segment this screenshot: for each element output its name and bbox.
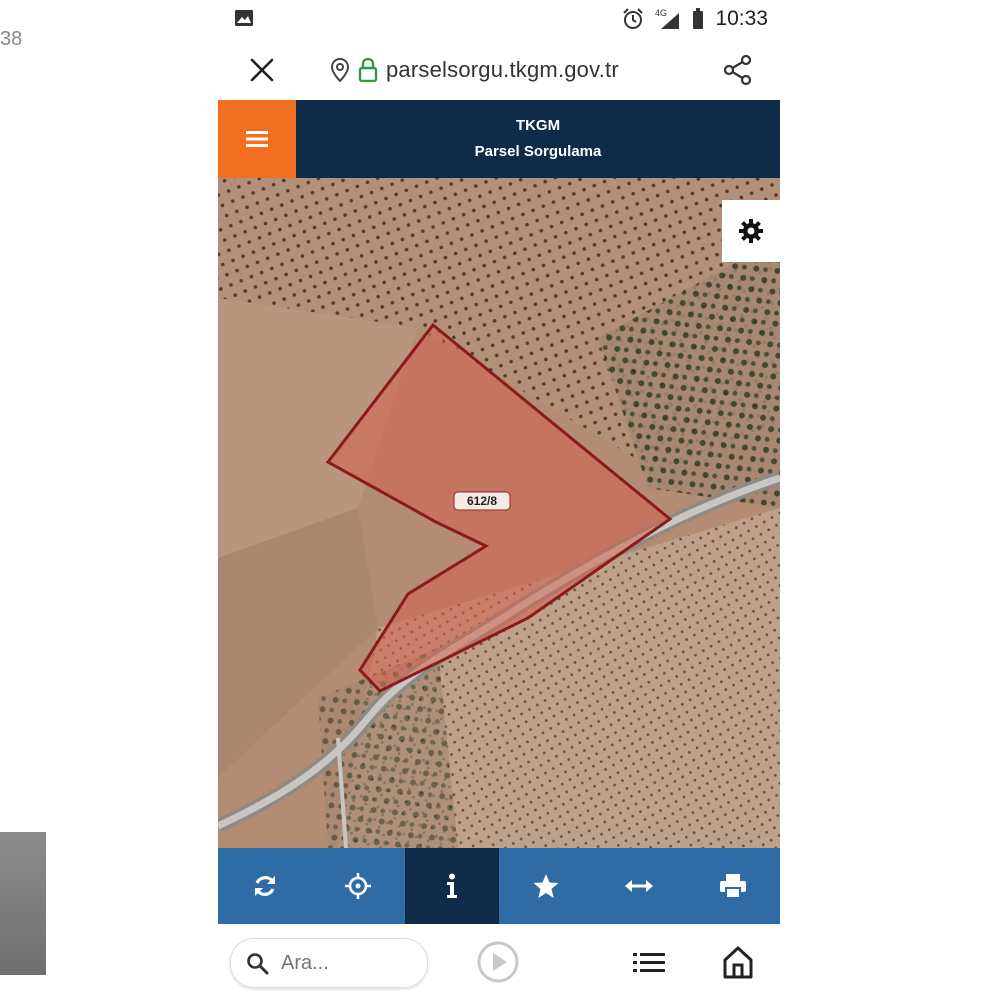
print-icon (720, 874, 747, 899)
status-time: 10:33 (715, 7, 768, 30)
parcel-label[interactable]: 612/8 (467, 494, 497, 508)
status-bar: 4G 10:33 (218, 0, 780, 38)
measure-button[interactable] (593, 848, 687, 924)
star-icon (533, 874, 559, 898)
home-icon[interactable] (722, 944, 754, 980)
app-title: TKGM (515, 117, 561, 134)
lock-icon (358, 58, 378, 82)
app-header: TKGM Parsel Sorgulama (218, 100, 780, 178)
bottom-bar (218, 926, 780, 1000)
location-pin-icon (330, 58, 350, 82)
url-text: parselsorgu.tkgm.gov.tr (386, 57, 619, 82)
battery-icon (693, 8, 704, 29)
info-button[interactable] (405, 848, 499, 924)
app-title-block: TKGM Parsel Sorgulama (296, 100, 780, 178)
search-input[interactable] (279, 950, 413, 976)
image-icon (235, 10, 253, 26)
left-edge-thumbnail (0, 832, 46, 975)
print-button[interactable] (686, 848, 780, 924)
gear-icon (739, 219, 763, 243)
play-icon[interactable] (476, 940, 520, 984)
menu-button[interactable] (218, 100, 296, 178)
network-label: 4G (655, 8, 667, 18)
crosshair-icon (345, 873, 372, 899)
refresh-icon (254, 876, 275, 896)
map-settings-button[interactable] (722, 200, 780, 262)
browser-url-bar: parselsorgu.tkgm.gov.tr (218, 40, 780, 98)
search-box[interactable] (230, 938, 428, 988)
info-icon (447, 873, 458, 898)
locate-button[interactable] (312, 848, 406, 924)
map-canvas[interactable]: 612/8 (218, 178, 780, 848)
list-icon[interactable] (632, 946, 666, 980)
share-icon[interactable] (722, 54, 754, 86)
phone-screen: 4G 10:33 parselsorgu.tkgm.gov.tr TKGM Pa… (218, 0, 780, 1000)
arrows-horizontal-icon (625, 880, 654, 892)
signal-icon: 4G (655, 8, 680, 29)
search-icon (247, 953, 269, 975)
app-subtitle: Parsel Sorgulama (474, 143, 602, 160)
address-field[interactable]: parselsorgu.tkgm.gov.tr (330, 56, 619, 84)
refresh-button[interactable] (218, 848, 312, 924)
hamburger-icon (246, 131, 268, 147)
alarm-icon (623, 8, 644, 29)
close-icon[interactable] (246, 54, 278, 86)
satellite-map[interactable]: 612/8 (218, 178, 780, 848)
map-toolbar (218, 848, 780, 924)
left-edge-text: 38 (0, 28, 23, 50)
favorite-button[interactable] (499, 848, 593, 924)
